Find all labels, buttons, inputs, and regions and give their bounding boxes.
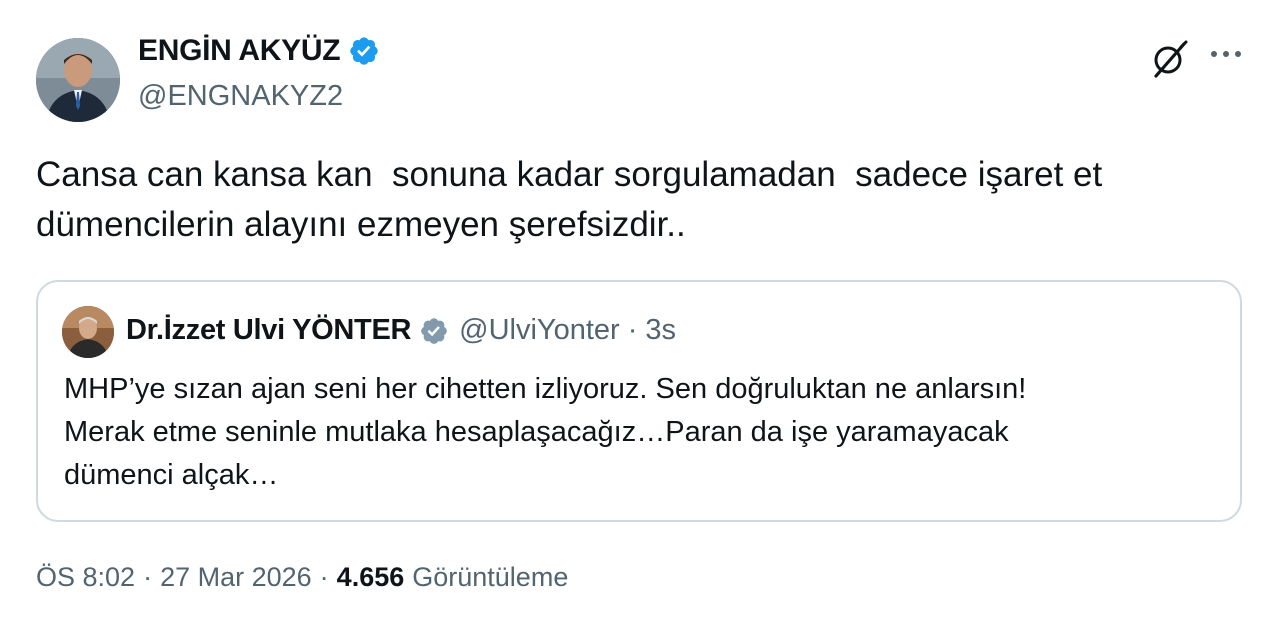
quoted-text-line: dümenci alçak…	[64, 459, 279, 491]
author-avatar[interactable]	[36, 38, 120, 122]
tweet-meta: ÖS 8:02 · 27 Mar 2026 · 4.656 Görüntülem…	[36, 562, 568, 593]
quoted-tweet-text: MHP’ye sızan ajan seni her cihetten izli…	[64, 368, 1224, 497]
verified-badge-icon	[348, 35, 380, 67]
quoted-timestamp[interactable]: 3s	[645, 314, 676, 347]
quoted-author-avatar[interactable]	[62, 306, 114, 358]
quoted-header: Dr.İzzet Ulvi YÖNTER @UlviYonter · 3s	[126, 314, 676, 347]
quoted-tweet[interactable]: Dr.İzzet Ulvi YÖNTER @UlviYonter · 3s MH…	[36, 280, 1242, 522]
quoted-text-line: Merak etme seninle mutlaka hesaplaşacağı…	[64, 416, 1009, 448]
author-name-row: ENGİN AKYÜZ	[138, 34, 380, 68]
tweet-text-line: Cansa can kansa kan sonuna kadar sorgula…	[36, 155, 1103, 194]
verified-badge-gray-icon	[419, 316, 449, 346]
author-name[interactable]: ENGİN AKYÜZ	[138, 34, 341, 68]
tweet-card: ENGİN AKYÜZ @ENGNAKYZ2 Cansa can kansa k…	[0, 0, 1280, 640]
quoted-author-name[interactable]: Dr.İzzet Ulvi YÖNTER	[126, 314, 411, 347]
quoted-text-line: MHP’ye sızan ajan seni her cihetten izli…	[64, 373, 1027, 405]
tweet-date[interactable]: 27 Mar 2026	[160, 562, 312, 593]
more-horizontal-icon[interactable]	[1206, 38, 1246, 74]
tweet-text: Cansa can kansa kan sonuna kadar sorgula…	[36, 150, 1236, 250]
quoted-separator: ·	[627, 314, 638, 346]
tweet-text-line: dümencilerin alayını ezmeyen şerefsizdir…	[36, 205, 686, 244]
views-count[interactable]: 4.656	[337, 562, 405, 593]
quoted-author-handle[interactable]: @UlviYonter	[459, 314, 620, 347]
tweet-time[interactable]: ÖS 8:02	[36, 562, 135, 593]
meta-separator: ·	[143, 562, 153, 592]
author-handle[interactable]: @ENGNAKYZ2	[138, 80, 343, 113]
meta-separator: ·	[319, 562, 329, 592]
views-label[interactable]: Görüntüleme	[412, 562, 568, 593]
grok-icon[interactable]	[1148, 38, 1190, 80]
